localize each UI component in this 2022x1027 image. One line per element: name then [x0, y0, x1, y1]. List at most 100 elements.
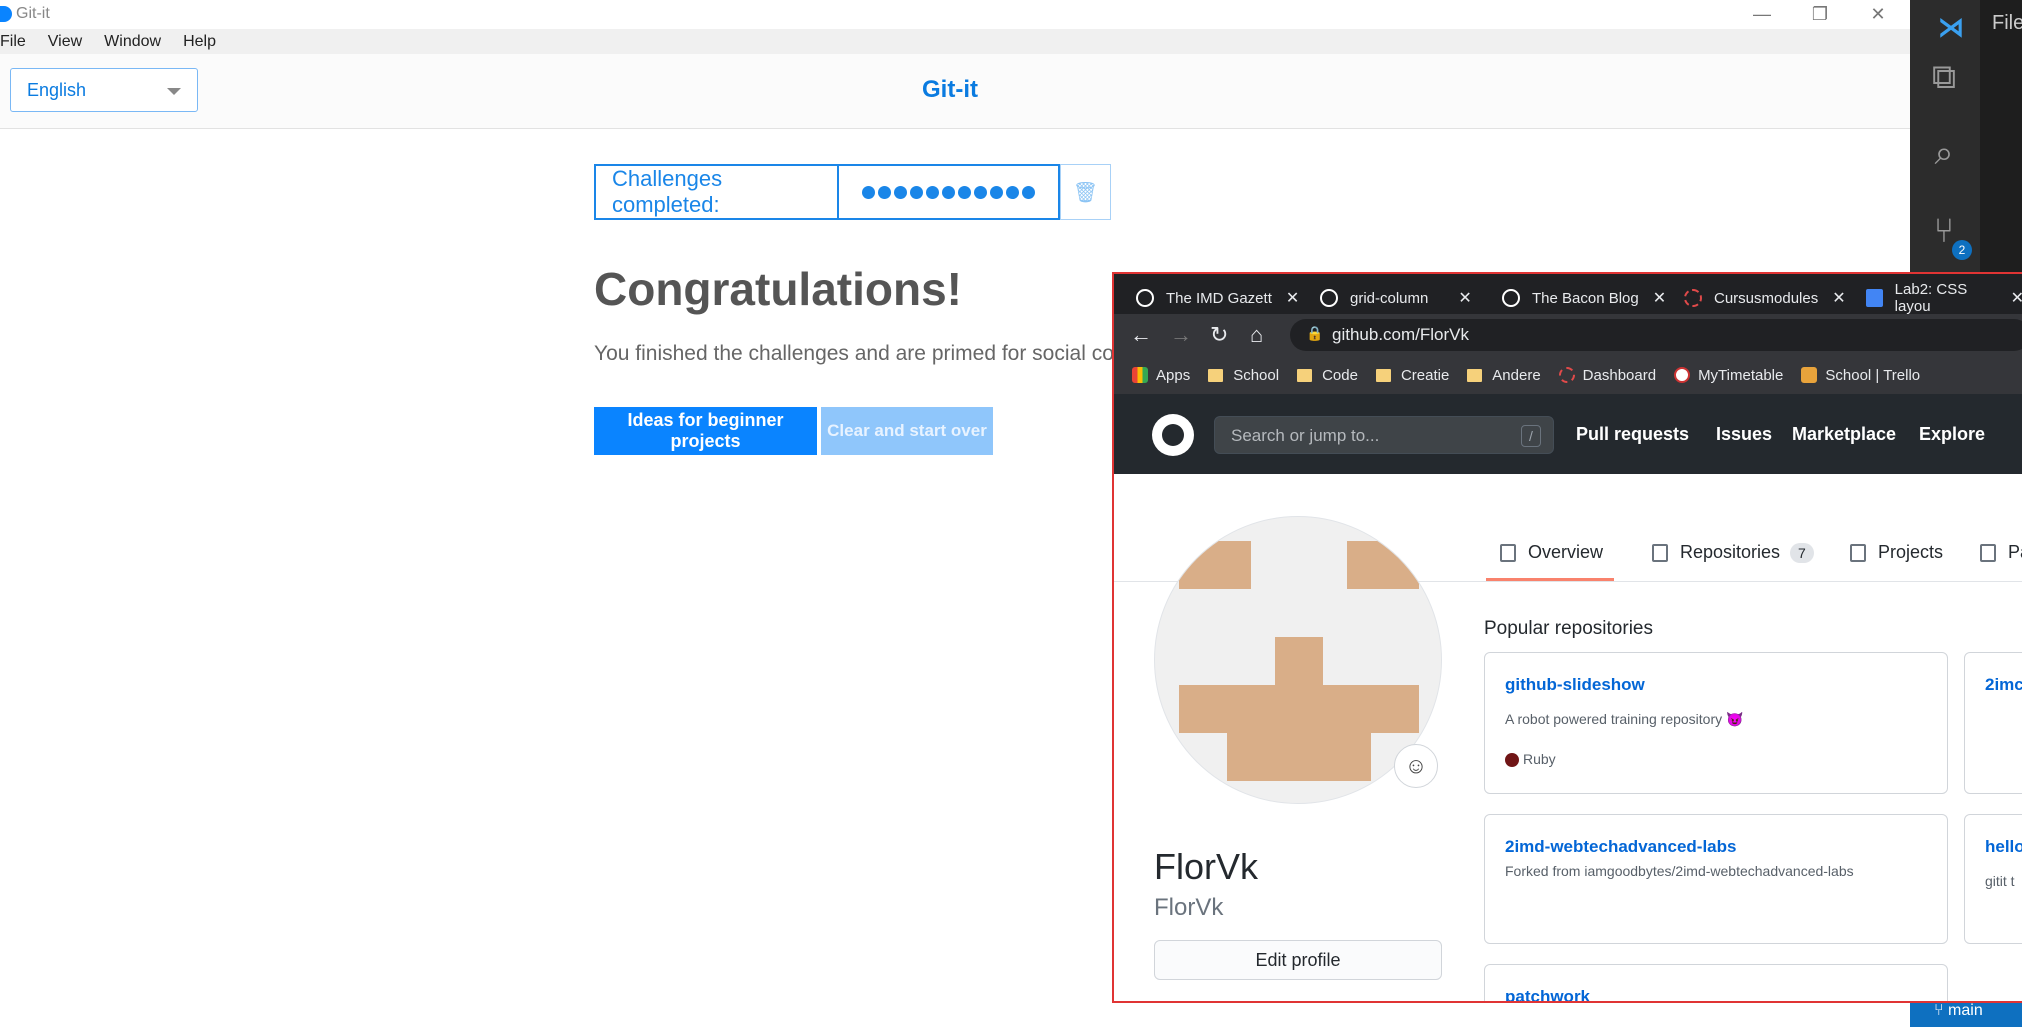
vscode-logo-icon: ⋊ — [1938, 12, 1964, 42]
address-row: ← → ↻ ⌂ 🔒 github.com/FlorVk — [1114, 314, 2022, 356]
profile-username: FlorVk — [1154, 894, 1224, 921]
status-emoji-icon[interactable]: ☺ — [1394, 744, 1438, 788]
menu-view[interactable]: View — [48, 33, 82, 51]
restore-icon[interactable]: ❐ — [1790, 0, 1850, 29]
nav-marketplace[interactable]: Marketplace — [1792, 424, 1896, 445]
menu-help[interactable]: Help — [183, 33, 216, 51]
bookmark-mytimetable[interactable]: MyTimetable — [1674, 367, 1783, 384]
nav-explore[interactable]: Explore — [1919, 424, 1985, 445]
progress-dot — [958, 185, 971, 199]
gitit-titlebar: Git-it — ❐ ✕ — [0, 0, 1910, 29]
clear-start-over-button[interactable]: Clear and start over — [821, 407, 993, 455]
package-icon — [1980, 543, 1996, 562]
tab-label: Projects — [1878, 542, 1944, 562]
tab-strip: The IMD Gazett ✕ grid-column ✕ The Bacon… — [1114, 274, 2022, 315]
timetable-icon — [1674, 367, 1691, 383]
bookmark-label: Apps — [1156, 366, 1191, 384]
bookmark-apps[interactable]: Apps — [1132, 367, 1190, 384]
tab-close-icon[interactable]: ✕ — [1458, 288, 1471, 308]
congrats-heading: Congratulations! — [594, 263, 962, 315]
bookmark-trello[interactable]: School | Trello — [1801, 367, 1920, 384]
vscode-menu-file[interactable]: File — [1992, 12, 2022, 35]
menu-window[interactable]: Window — [104, 33, 161, 51]
progress-dot — [910, 185, 923, 199]
address-bar[interactable]: 🔒 github.com/FlorVk — [1290, 319, 2022, 351]
repo-link[interactable]: patchwork — [1505, 987, 1590, 1001]
bookmark-andere[interactable]: Andere — [1467, 366, 1541, 384]
challenges-progress: Challenges completed: 🗑 — [594, 164, 1111, 220]
minimize-icon[interactable]: — — [1732, 0, 1792, 29]
edit-profile-button[interactable]: Edit profile — [1154, 940, 1442, 980]
repo-link[interactable]: 2imc — [1985, 675, 2022, 695]
tab-close-icon[interactable]: ✕ — [1832, 288, 1845, 308]
browser-tab[interactable]: Lab2: CSS layou ✕ — [1866, 281, 2022, 315]
popular-repos-heading: Popular repositories — [1484, 618, 1653, 639]
browser-tab[interactable]: Cursusmodules ✕ — [1684, 282, 1846, 314]
repo-card: 2imd-webtechadvanced-labs Forked from ia… — [1484, 814, 1948, 944]
bookmarks-bar: Apps School Code Creatie Andere Dashboar… — [1114, 356, 2022, 394]
close-icon[interactable]: ✕ — [1848, 0, 1908, 29]
identicon-block — [1179, 541, 1251, 589]
bookmark-label: Creatie — [1400, 366, 1450, 384]
tab-close-icon[interactable]: ✕ — [1286, 288, 1299, 308]
tab-packages[interactable]: Pa — [1980, 542, 2022, 563]
bookmark-creatie[interactable]: Creatie — [1375, 366, 1450, 384]
progress-dot — [862, 185, 875, 199]
tab-label: Pa — [2008, 542, 2022, 562]
back-icon[interactable]: ← — [1130, 322, 1152, 348]
tab-close-icon[interactable]: ✕ — [2011, 288, 2022, 308]
forward-icon[interactable]: → — [1170, 322, 1192, 348]
tab-close-icon[interactable]: ✕ — [1653, 288, 1666, 308]
repo-link[interactable]: hello — [1985, 837, 2022, 857]
finished-text: You finished the challenges and are prim… — [594, 342, 1126, 365]
tab-label: Overview — [1528, 542, 1604, 562]
tab-label: Repositories — [1680, 542, 1781, 562]
progress-dot — [990, 185, 1003, 199]
codepen-icon — [1502, 289, 1520, 307]
home-icon[interactable]: ⌂ — [1250, 322, 1263, 348]
github-search-input[interactable]: Search or jump to... / — [1214, 416, 1554, 454]
progress-dot — [942, 185, 955, 199]
ideas-button[interactable]: Ideas for beginner projects — [594, 407, 817, 455]
search-icon[interactable]: ⌕ — [1924, 134, 1964, 174]
menu-bar: File View Window Help — [0, 29, 1910, 54]
tab-repositories[interactable]: Repositories 7 — [1652, 542, 1814, 563]
browser-window: The IMD Gazett ✕ grid-column ✕ The Bacon… — [1112, 272, 2022, 1003]
nav-pull-requests[interactable]: Pull requests — [1576, 424, 1689, 445]
browser-tab[interactable]: grid-column ✕ — [1320, 282, 1472, 314]
trash-icon[interactable]: 🗑 — [1060, 164, 1111, 220]
tab-title: grid-column — [1350, 289, 1429, 307]
folder-icon — [1467, 368, 1483, 382]
bookmark-label: Andere — [1492, 366, 1541, 384]
reload-icon[interactable]: ↻ — [1210, 322, 1228, 348]
repo-description: Forked from iamgoodbytes/2imd-webtechadv… — [1505, 863, 1854, 879]
menu-file[interactable]: File — [0, 33, 26, 51]
identicon-block — [1275, 637, 1323, 685]
bookmark-school[interactable]: School — [1208, 367, 1279, 384]
identicon-block — [1347, 541, 1419, 589]
bookmark-dashboard[interactable]: Dashboard — [1558, 367, 1656, 384]
codepen-icon — [1320, 289, 1338, 307]
repo-card: github-slideshow A robot powered trainin… — [1484, 652, 1948, 794]
browser-tab[interactable]: The IMD Gazett ✕ — [1136, 282, 1299, 314]
nav-issues[interactable]: Issues — [1716, 424, 1772, 445]
github-logo-icon[interactable] — [1152, 414, 1194, 456]
dashboard-icon — [1558, 367, 1575, 383]
bookmark-code[interactable]: Code — [1297, 367, 1358, 384]
repo-icon — [1652, 543, 1668, 562]
github-header: Search or jump to... / Pull requests Iss… — [1114, 394, 2022, 474]
bookmark-label: School — [1233, 366, 1280, 384]
search-shortcut-key: / — [1521, 425, 1541, 447]
explorer-icon[interactable]: ⧉ — [1924, 58, 1964, 98]
scm-badge: 2 — [1952, 240, 1972, 260]
tab-projects[interactable]: Projects — [1850, 542, 1943, 563]
browser-tab[interactable]: The Bacon Blog ✕ — [1502, 282, 1666, 314]
repo-card: hello gitit t — [1964, 814, 2022, 944]
project-icon — [1850, 543, 1866, 562]
bookmark-label: Code — [1322, 366, 1358, 384]
repo-link[interactable]: 2imd-webtechadvanced-labs — [1505, 837, 1736, 857]
book-icon — [1500, 543, 1516, 562]
repo-link[interactable]: github-slideshow — [1505, 675, 1645, 695]
progress-dot — [1006, 185, 1019, 199]
tab-overview[interactable]: Overview — [1500, 542, 1603, 563]
